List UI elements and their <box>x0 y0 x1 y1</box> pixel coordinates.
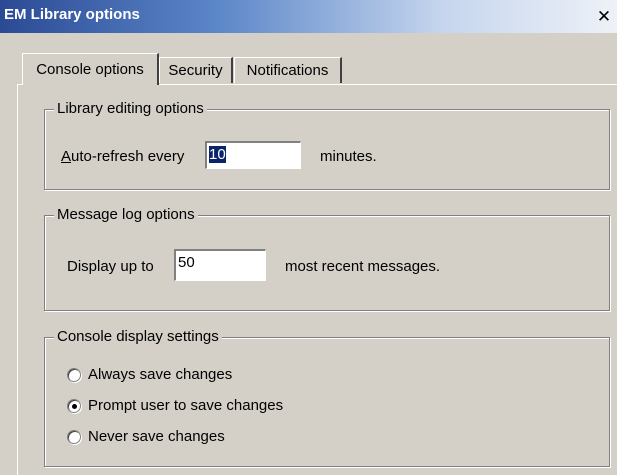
title-bar[interactable]: EM Library options ✕ <box>0 0 617 33</box>
tab-label: Notifications <box>246 62 329 79</box>
radio-prompt-save[interactable]: Prompt user to save changes <box>67 396 367 416</box>
library-editing-group: Library editing options Auto-refresh eve… <box>44 100 610 190</box>
auto-refresh-input[interactable]: 10 <box>205 141 301 169</box>
tab-security[interactable]: Security <box>159 57 233 83</box>
message-count-input[interactable]: 50 <box>174 249 266 281</box>
radio-button[interactable] <box>67 368 81 382</box>
tab-notifications[interactable]: Notifications <box>234 57 342 83</box>
radio-button[interactable] <box>67 430 81 444</box>
tab-console-options[interactable]: Console options <box>22 53 159 85</box>
input-value: 10 <box>209 146 226 163</box>
group-label: Library editing options <box>54 100 207 118</box>
radio-button[interactable] <box>67 399 81 413</box>
minutes-label: minutes. <box>320 148 377 165</box>
console-display-group: Console display settings Always save cha… <box>44 328 610 467</box>
message-log-group: Message log options Display up to 50 mos… <box>44 206 610 311</box>
auto-refresh-label: Auto-refresh every <box>61 148 185 165</box>
radio-label: Never save changes <box>88 428 225 445</box>
console-options-panel: Library editing options Auto-refresh eve… <box>17 84 617 475</box>
window-title: EM Library options <box>4 6 140 23</box>
radio-never-save[interactable]: Never save changes <box>67 427 367 447</box>
radio-label: Always save changes <box>88 366 233 383</box>
tab-label: Security <box>168 62 223 79</box>
radio-always-save[interactable]: Always save changes <box>67 365 367 385</box>
close-icon[interactable]: ✕ <box>594 7 614 27</box>
display-up-to-label: Display up to <box>67 258 154 275</box>
group-label: Message log options <box>54 206 198 224</box>
radio-label: Prompt user to save changes <box>88 397 284 414</box>
radio-selected-dot <box>72 404 77 409</box>
tab-label: Console options <box>36 61 144 78</box>
input-value: 50 <box>178 254 195 271</box>
recent-messages-label: most recent messages. <box>285 258 441 275</box>
group-label: Console display settings <box>54 328 222 346</box>
